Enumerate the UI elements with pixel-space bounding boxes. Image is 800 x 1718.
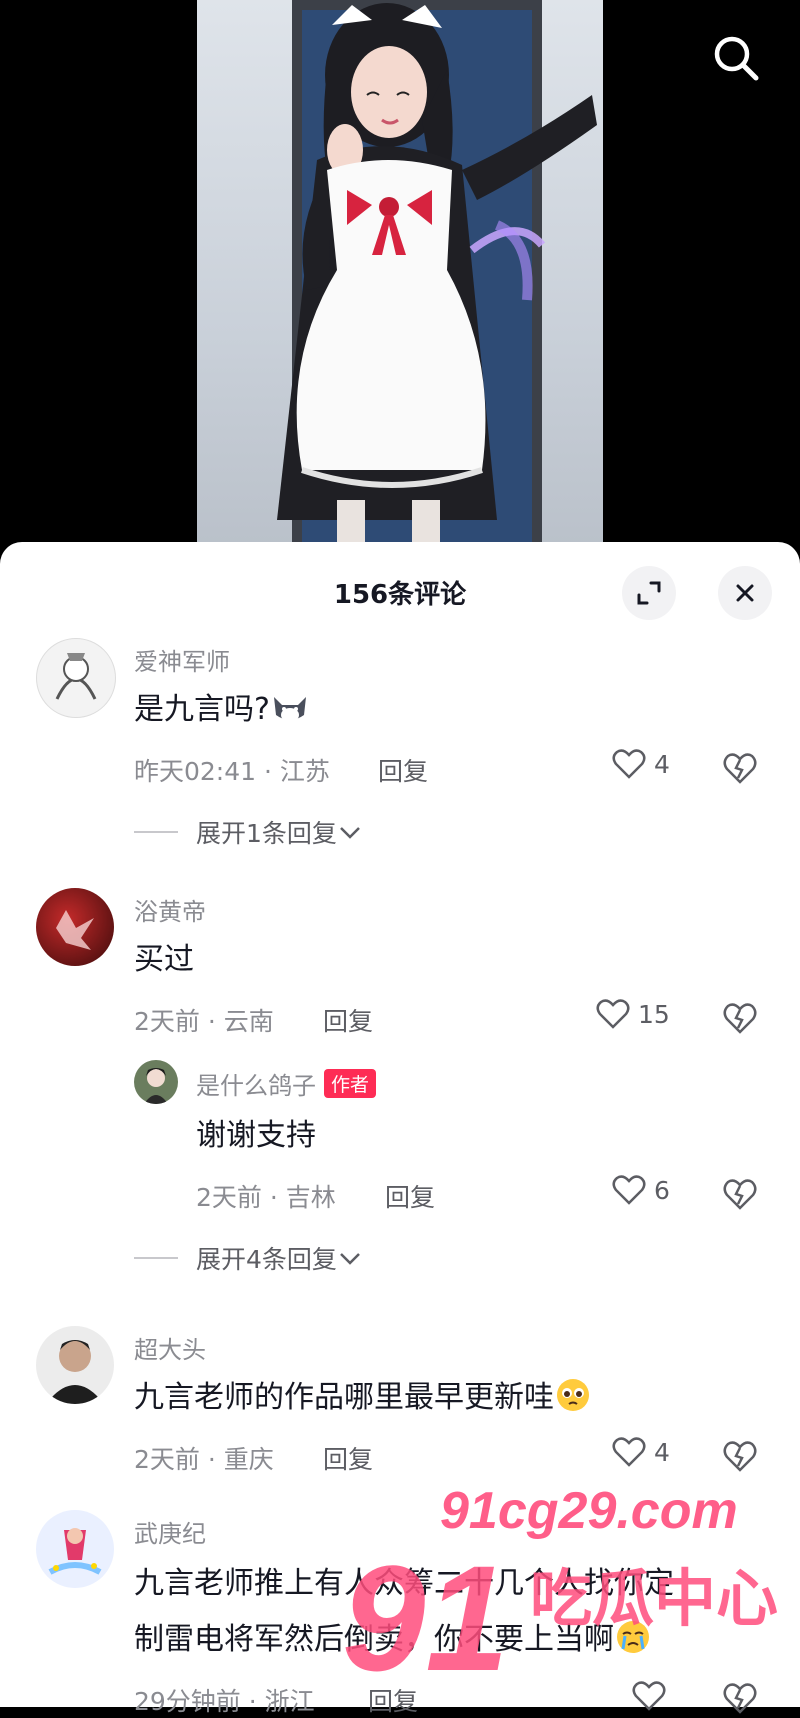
heart-icon: [612, 749, 646, 779]
avatar[interactable]: [134, 1060, 178, 1104]
video-player[interactable]: [0, 0, 800, 560]
dislike-icon[interactable]: [722, 1176, 758, 1212]
like-button[interactable]: 4: [612, 748, 670, 780]
comments-count-title: 156条评论: [333, 580, 467, 610]
dislike-icon[interactable]: [722, 750, 758, 786]
watermark-logo: 91cg29.com 91 吃瓜中心: [342, 1482, 778, 1702]
close-icon: [736, 584, 754, 602]
comment-text: 九言老师的作品哪里最早更新哇: [134, 1372, 592, 1416]
avatar[interactable]: [36, 888, 114, 966]
expand-replies-button[interactable]: 展开4条回复: [134, 1240, 363, 1276]
heart-icon: [612, 1175, 646, 1205]
reply-button[interactable]: 回复: [385, 1178, 435, 1214]
reply-username[interactable]: 是什么鸽子 作者: [196, 1066, 377, 1101]
expand-icon: [637, 581, 661, 605]
comment-text: 买过: [134, 942, 194, 977]
video-frame: [197, 0, 603, 560]
avatar[interactable]: [36, 1326, 114, 1404]
close-button[interactable]: [718, 566, 772, 620]
watermark-site: 91cg29.com: [440, 1482, 738, 1540]
like-count: 4: [654, 749, 670, 779]
comment-time-location: 29分钟前 · 浙江: [134, 1687, 315, 1716]
reply-text: 谢谢支持: [196, 1118, 316, 1153]
reply-button[interactable]: 回复: [378, 752, 428, 788]
search-icon: [714, 36, 759, 81]
like-count: 6: [654, 1175, 670, 1205]
like-button[interactable]: 6: [612, 1174, 670, 1206]
comment-text: 是九言吗?: [134, 684, 310, 728]
watermark-number: 91: [342, 1534, 509, 1702]
like-button[interactable]: 15: [596, 998, 670, 1030]
comment-time-location: 2天前 · 云南: [134, 1007, 274, 1036]
chevron-down-icon: [340, 1253, 360, 1265]
reply-time-location: 2天前 · 吉林: [196, 1183, 336, 1212]
expand-panel-button[interactable]: [622, 566, 676, 620]
comment-time-location: 2天前 · 重庆: [134, 1445, 274, 1474]
comment-username[interactable]: 浴黄帝: [134, 892, 206, 927]
avatar[interactable]: [36, 638, 116, 718]
reply-button[interactable]: 回复: [323, 1002, 373, 1038]
comment-username[interactable]: 武庚纪: [134, 1514, 206, 1549]
like-count: 15: [638, 999, 670, 1029]
expand-replies-button[interactable]: 展开1条回复: [134, 814, 363, 850]
husky-emoji-icon: [273, 697, 306, 722]
search-button[interactable]: [706, 28, 766, 88]
dislike-icon[interactable]: [722, 1000, 758, 1036]
site-watermark: 91cg29.com 91 吃瓜中心: [342, 1450, 782, 1707]
dancer-figure: [277, 3, 597, 560]
heart-icon: [596, 999, 630, 1029]
author-badge: 作者: [324, 1069, 377, 1098]
watermark-name: 吃瓜中心: [530, 1562, 778, 1635]
comment-username[interactable]: 超大头: [134, 1330, 206, 1365]
pleading-emoji-icon: [557, 1379, 589, 1411]
comment-time-location: 昨天02:41 · 江苏: [134, 757, 330, 786]
avatar[interactable]: [36, 1510, 114, 1588]
comment-username[interactable]: 爱神军师: [134, 642, 230, 677]
chevron-down-icon: [340, 827, 360, 839]
